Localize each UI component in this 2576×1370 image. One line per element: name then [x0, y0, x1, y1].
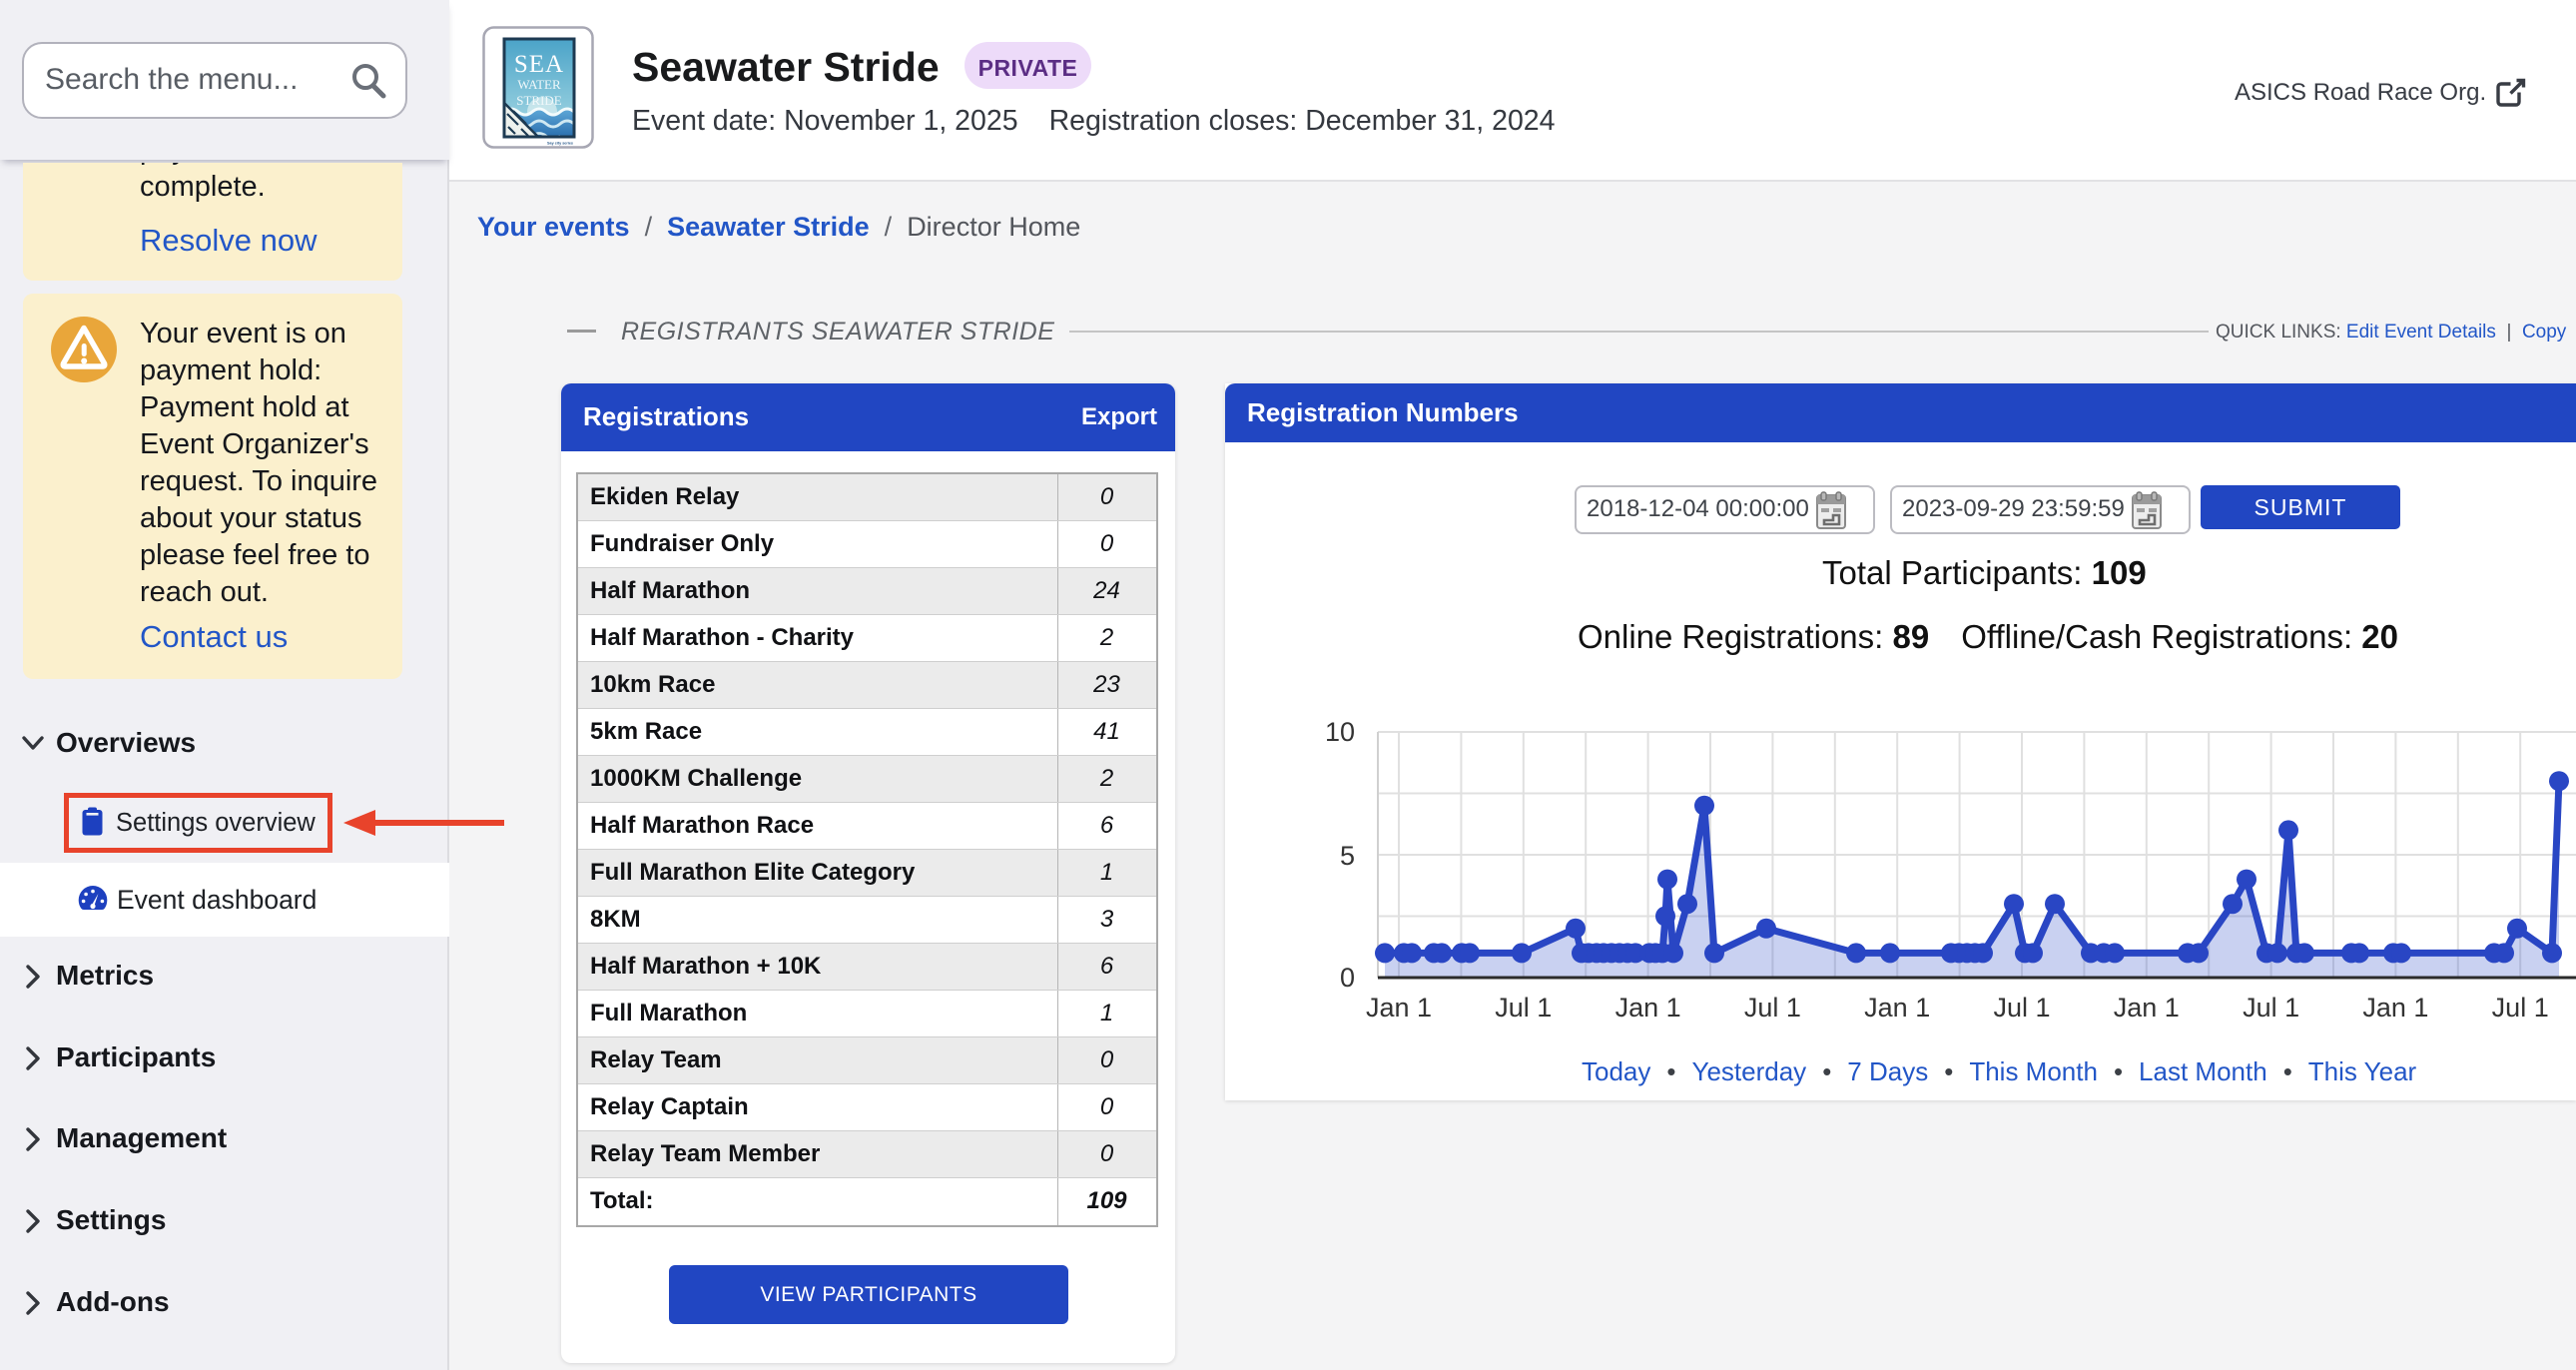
svg-text:WATER: WATER [517, 77, 561, 92]
svg-text:Jul 1: Jul 1 [1744, 993, 1801, 1023]
svg-text:Jul 1: Jul 1 [2243, 993, 2299, 1023]
svg-text:0: 0 [1340, 963, 1355, 993]
svg-text:Jan 1: Jan 1 [1864, 993, 1930, 1023]
svg-text:Jan 1: Jan 1 [2114, 993, 2180, 1023]
svg-text:10: 10 [1325, 717, 1355, 747]
svg-text:Jan 1: Jan 1 [2362, 993, 2428, 1023]
svg-text:Jul 1: Jul 1 [2492, 993, 2549, 1023]
svg-text:Jul 1: Jul 1 [1993, 993, 2050, 1023]
svg-text:Jul 1: Jul 1 [1495, 993, 1552, 1023]
svg-text:STRIDE: STRIDE [516, 93, 562, 108]
svg-text:Jan 1: Jan 1 [1366, 993, 1432, 1023]
svg-text:5: 5 [1340, 841, 1355, 871]
svg-text:SEA: SEA [514, 51, 564, 78]
svg-text:Jan 1: Jan 1 [1615, 993, 1681, 1023]
svg-text:Say city series: Say city series [547, 142, 573, 146]
